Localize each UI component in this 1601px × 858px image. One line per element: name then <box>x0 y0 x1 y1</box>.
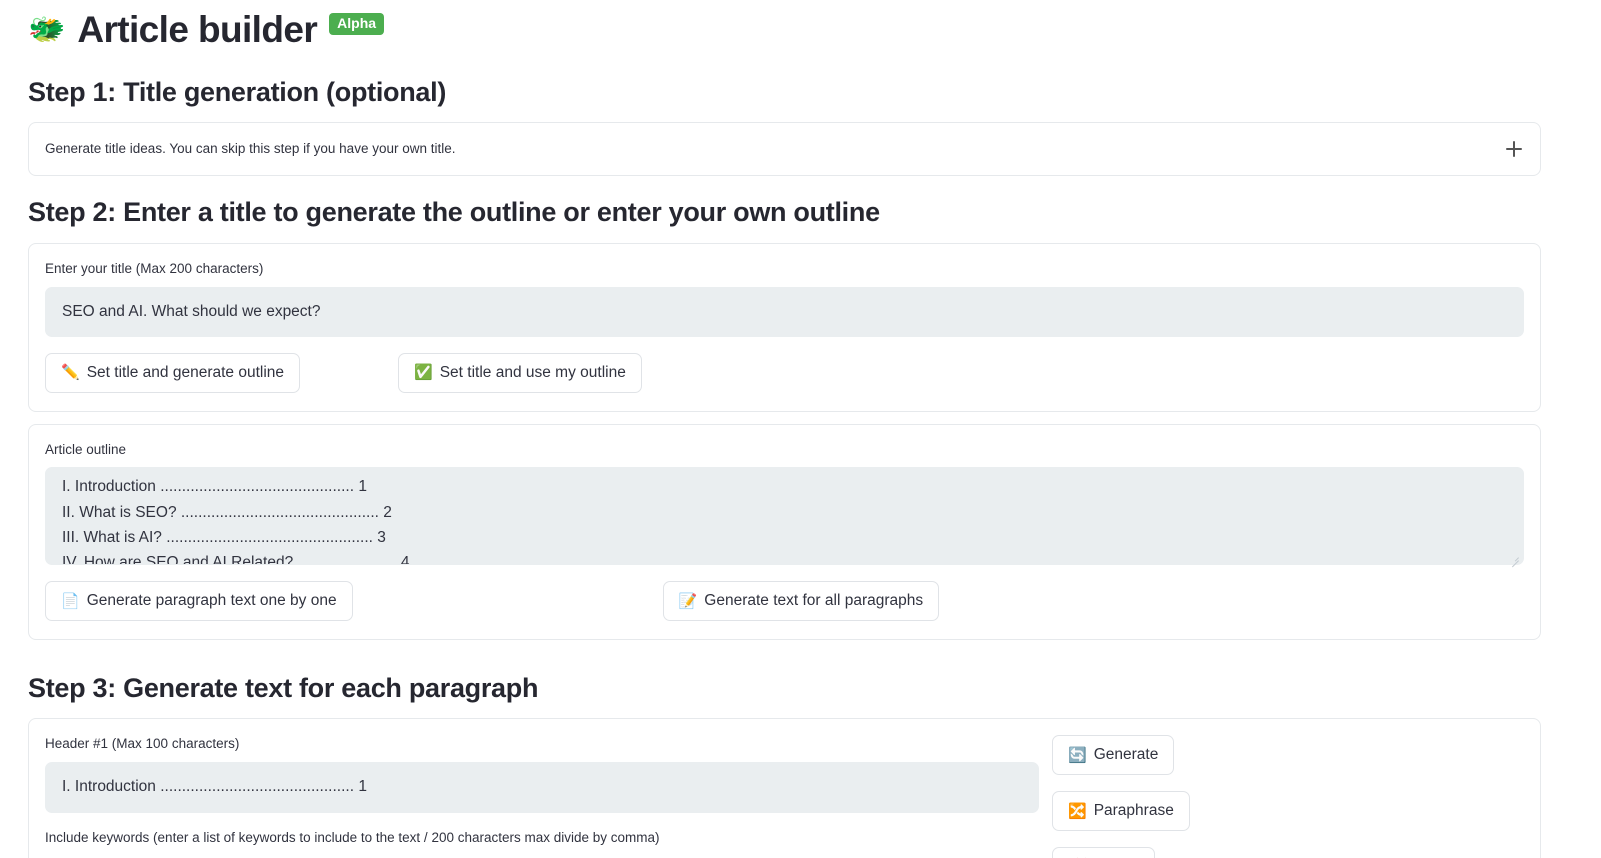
dragon-face-icon: 🐲 <box>28 15 65 45</box>
step-1-heading: Step 1: Title generation (optional) <box>28 76 1573 108</box>
generate-paragraph-one-by-one-button[interactable]: 📄 Generate paragraph text one by one <box>45 581 353 621</box>
keywords-input-label: Include keywords (enter a list of keywor… <box>45 829 1039 848</box>
button-label: Set title and use my outline <box>440 362 626 384</box>
outline-textarea[interactable] <box>45 467 1524 565</box>
delete-button[interactable]: 💥 Delete <box>1052 847 1155 858</box>
button-label: Set title and generate outline <box>87 362 284 384</box>
accordion-header[interactable]: Generate title ideas. You can skip this … <box>29 123 1540 175</box>
step-2-heading: Step 2: Enter a title to generate the ou… <box>28 196 1573 228</box>
button-label: Generate <box>1094 744 1159 766</box>
shuffle-tracks-icon: 🔀 <box>1068 804 1087 819</box>
paraphrase-button[interactable]: 🔀 Paraphrase <box>1052 791 1190 831</box>
title-input[interactable] <box>45 287 1524 337</box>
title-button-row: ✏️ Set title and generate outline ✅ Set … <box>45 353 1524 393</box>
page-title: Article builder <box>77 10 317 51</box>
app-header: 🐲 Article builder Alpha <box>28 0 1573 56</box>
set-title-use-my-outline-button[interactable]: ✅ Set title and use my outline <box>398 353 642 393</box>
header-input-label: Header #1 (Max 100 characters) <box>45 735 1039 754</box>
button-label: Generate paragraph text one by one <box>87 590 337 612</box>
pencil-icon: ✏️ <box>61 365 80 380</box>
generate-text-all-paragraphs-button[interactable]: 📝 Generate text for all paragraphs <box>663 581 940 621</box>
set-title-generate-outline-button[interactable]: ✏️ Set title and generate outline <box>45 353 300 393</box>
article-outline-card: Article outline 📄 Generate paragraph tex… <box>28 424 1541 641</box>
generate-button[interactable]: 🔄 Generate <box>1052 735 1174 775</box>
button-label: Generate text for all paragraphs <box>704 590 923 612</box>
button-spacer <box>300 353 398 393</box>
paragraph-card-1: Header #1 (Max 100 characters) Include k… <box>28 718 1541 858</box>
button-spacer <box>353 581 663 621</box>
paragraph-fields: Header #1 (Max 100 characters) Include k… <box>45 735 1039 858</box>
outline-button-row: 📄 Generate paragraph text one by one 📝 G… <box>45 581 1524 621</box>
page-facing-up-icon: 📄 <box>61 594 80 609</box>
title-entry-card: Enter your title (Max 200 characters) ✏️… <box>28 243 1541 412</box>
check-mark-button-icon: ✅ <box>414 365 433 380</box>
plus-icon[interactable] <box>1506 141 1522 157</box>
outline-textarea-label: Article outline <box>45 441 1524 460</box>
title-generation-accordion[interactable]: Generate title ideas. You can skip this … <box>28 122 1541 176</box>
accordion-label: Generate title ideas. You can skip this … <box>45 140 456 159</box>
step-3-heading: Step 3: Generate text for each paragraph <box>28 672 1573 704</box>
memo-icon: 📝 <box>679 594 698 609</box>
title-input-label: Enter your title (Max 200 characters) <box>45 260 1524 279</box>
header-input[interactable] <box>45 762 1039 812</box>
article-builder-page: 🐲 Article builder Alpha Step 1: Title ge… <box>0 0 1601 858</box>
outline-textarea-wrapper <box>45 467 1524 565</box>
button-label: Paraphrase <box>1094 800 1174 822</box>
paragraph-actions: 🔄 Generate 🔀 Paraphrase 💥 Delete <box>1039 735 1524 858</box>
alpha-status-badge: Alpha <box>329 13 384 36</box>
counterclockwise-arrows-icon: 🔄 <box>1068 748 1087 763</box>
